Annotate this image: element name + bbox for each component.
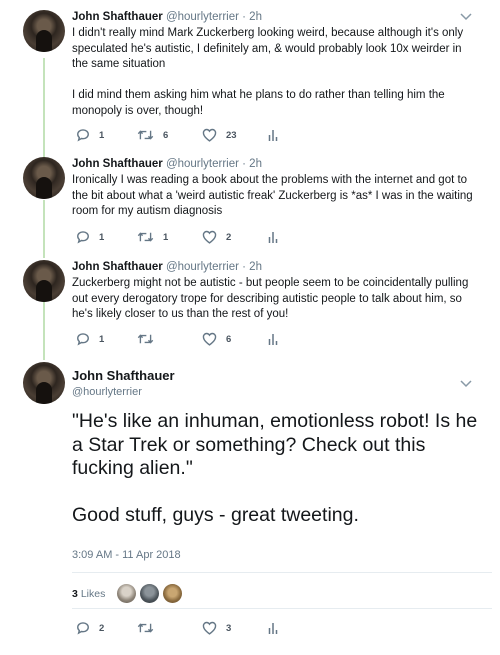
tweet-1[interactable]: John Shafthauer @hourlyterrier · 2h I di… — [72, 10, 492, 120]
chevron-down-icon[interactable] — [460, 380, 472, 388]
retweet-count: 1 — [163, 231, 169, 243]
tweet-3[interactable]: John Shafthauer @hourlyterrier · 2h Zuck… — [72, 260, 492, 323]
like-button[interactable]: 3 — [202, 621, 231, 635]
reply-count: 1 — [99, 129, 105, 141]
tweet-actions: 1 6 23 — [72, 128, 332, 146]
reply-button[interactable]: 2 — [76, 621, 104, 635]
tweet-actions: 1 6 — [72, 332, 332, 350]
retweet-button[interactable] — [137, 621, 163, 635]
main-tweet-text: "He's like an inhuman, emotionless robot… — [72, 410, 487, 528]
analytics-icon — [268, 334, 278, 345]
retweet-icon — [137, 623, 154, 633]
avatar[interactable] — [23, 260, 65, 302]
like-icon — [202, 332, 217, 346]
retweet-button[interactable]: 6 — [137, 128, 168, 142]
author-meta: @hourlyterrier · 2h — [165, 158, 262, 170]
reply-button[interactable]: 1 — [76, 230, 104, 244]
avatar[interactable] — [23, 10, 65, 52]
liker-avatar[interactable] — [117, 584, 137, 603]
analytics-button[interactable] — [268, 128, 278, 142]
reply-count: 1 — [99, 333, 105, 345]
analytics-button[interactable] — [268, 621, 278, 635]
author-handle[interactable]: @hourlyterrier — [72, 386, 142, 398]
chevron-down-icon[interactable] — [460, 13, 472, 21]
like-button[interactable]: 6 — [202, 332, 231, 346]
reply-count: 1 — [99, 231, 105, 243]
retweet-button[interactable] — [137, 332, 163, 346]
like-icon — [202, 230, 217, 244]
analytics-icon — [268, 130, 278, 141]
reply-icon — [77, 622, 89, 635]
tweet-text: I didn't really mind Mark Zuckerberg loo… — [72, 26, 477, 120]
analytics-button[interactable] — [268, 332, 278, 346]
analytics-button[interactable] — [268, 230, 278, 244]
tweet-paragraph: "He's like an inhuman, emotionless robot… — [72, 410, 478, 479]
tweet-text: Ironically I was reading a book about th… — [72, 173, 477, 220]
tweet-paragraph: I did mind them asking him what he plans… — [72, 89, 445, 117]
retweet-icon — [137, 130, 154, 140]
likes-label: Likes — [80, 587, 106, 600]
reply-icon — [77, 231, 89, 244]
author-name[interactable]: John Shafthauer — [72, 261, 163, 273]
thread-line — [43, 302, 45, 360]
tweet-actions: 2 3 — [72, 621, 332, 639]
reply-button[interactable]: 1 — [76, 332, 104, 346]
like-count: 3 — [226, 622, 232, 634]
tweet-timestamp[interactable]: 3:09 AM - 11 Apr 2018 — [72, 549, 181, 561]
like-count: 2 — [226, 231, 232, 243]
divider — [72, 608, 492, 609]
reply-count: 2 — [99, 622, 105, 634]
like-button[interactable]: 23 — [202, 128, 237, 142]
analytics-icon — [268, 623, 278, 634]
reply-button[interactable]: 1 — [76, 128, 104, 142]
author-name[interactable]: John Shafthauer — [72, 368, 175, 383]
like-icon — [202, 128, 217, 142]
author-meta: @hourlyterrier · 2h — [165, 261, 262, 273]
thread-line — [43, 58, 45, 162]
retweet-icon — [137, 334, 154, 344]
avatar[interactable] — [23, 362, 65, 404]
reply-icon — [77, 333, 89, 346]
author-name[interactable]: John Shafthauer — [72, 158, 163, 170]
retweet-button[interactable]: 1 — [137, 230, 168, 244]
author-meta: @hourlyterrier · 2h — [165, 11, 262, 23]
like-count: 23 — [226, 129, 237, 141]
analytics-icon — [268, 232, 278, 243]
author-name[interactable]: John Shafthauer — [72, 11, 163, 23]
avatar[interactable] — [23, 157, 65, 199]
tweet-paragraph: Good stuff, guys - great tweeting. — [72, 504, 359, 526]
like-count: 6 — [226, 333, 232, 345]
tweet-paragraph: I didn't really mind Mark Zuckerberg loo… — [72, 27, 464, 71]
tweet-text: Zuckerberg might not be autistic - but p… — [72, 276, 477, 323]
likes-summary[interactable]: 3 Likes — [72, 584, 186, 603]
like-icon — [202, 621, 217, 635]
tweet-paragraph: Ironically I was reading a book about th… — [72, 174, 473, 218]
retweet-icon — [137, 232, 154, 242]
divider — [72, 572, 492, 573]
likes-count: 3 — [72, 587, 78, 600]
retweet-count: 6 — [163, 129, 169, 141]
tweet-2[interactable]: John Shafthauer @hourlyterrier · 2h Iron… — [72, 157, 492, 220]
liker-avatars — [117, 584, 186, 603]
liker-avatar[interactable] — [140, 584, 160, 603]
tweet-paragraph: Zuckerberg might not be autistic - but p… — [72, 277, 469, 321]
like-button[interactable]: 2 — [202, 230, 231, 244]
liker-avatar[interactable] — [163, 584, 183, 603]
thread-line — [43, 200, 45, 258]
reply-icon — [77, 129, 89, 142]
tweet-actions: 1 1 2 — [72, 230, 332, 248]
